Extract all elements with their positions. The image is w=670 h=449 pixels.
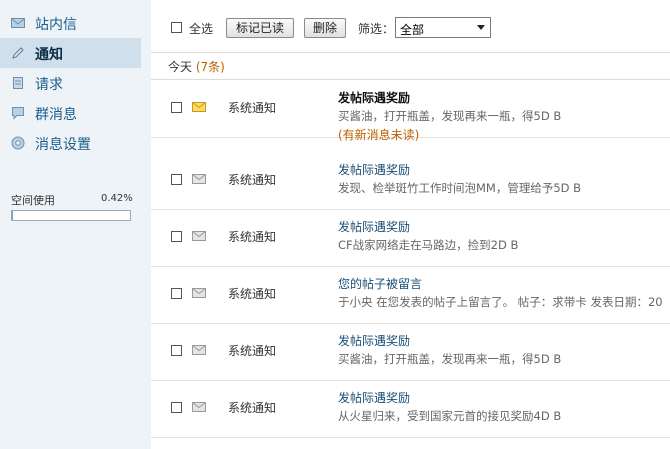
message-title[interactable]: 发帖际遇奖励 — [338, 161, 410, 178]
read-envelope-icon — [192, 402, 206, 412]
message-type: 系统通知 — [228, 401, 277, 415]
read-envelope-icon — [192, 231, 206, 241]
unread-flag: (有新消息未读) — [338, 128, 420, 142]
sidebar-item-message-settings[interactable]: 消息设置 — [0, 128, 141, 158]
select-all-checkbox[interactable] — [171, 22, 182, 33]
message-row[interactable]: 系统通知 发帖际遇奖励 买酱油，打开瓶盖，发现再来一瓶，得5D B — [151, 323, 670, 381]
message-row[interactable]: 系统通知 您的帖子被留言 于小央 在您发表的帖子上留言了。 帖子：求带卡 发表日… — [151, 266, 670, 324]
message-type: 系统通知 — [228, 101, 277, 115]
message-description: 从火星归来，受到国家元首的接见奖励4D B — [338, 409, 562, 423]
message-row[interactable]: 系统通知 发帖际遇奖励 CF战家网络走在马路边，捡到2D B — [151, 209, 670, 267]
envelope-icon — [11, 18, 25, 28]
space-usage-value: 0.42% — [101, 193, 133, 204]
mark-read-button[interactable]: 标记已读 — [226, 18, 294, 38]
unread-envelope-icon — [192, 102, 206, 112]
message-row[interactable]: 系统通知 发帖际遇奖励 买酱油，打开瓶盖，发现再来一瓶，得5D B (有新消息未… — [151, 80, 670, 142]
row-checkbox[interactable] — [171, 174, 182, 185]
message-row[interactable]: 系统通知 发帖际遇奖励 发现、检举斑竹工作时间泡MM，管理给予5D B — [151, 152, 670, 210]
delete-button[interactable]: 删除 — [304, 18, 346, 38]
message-row[interactable]: 系统通知 发帖际遇奖励 从火星归来，受到国家元首的接见奖励4D B — [151, 380, 670, 438]
message-title[interactable]: 发帖际遇奖励 — [338, 389, 410, 406]
sidebar-item-notifications[interactable]: 通知 — [0, 38, 141, 68]
message-description: 买酱油，打开瓶盖，发现再来一瓶，得5D B — [338, 352, 562, 366]
message-type: 系统通知 — [228, 287, 277, 301]
sidebar-item-label: 通知 — [35, 47, 63, 63]
row-checkbox[interactable] — [171, 345, 182, 356]
toolbar: 全选 标记已读 删除 筛选： 全部 — [151, 0, 670, 53]
read-envelope-icon — [192, 174, 206, 184]
read-envelope-icon — [192, 345, 206, 355]
sidebar-item-label: 站内信 — [35, 17, 77, 33]
document-icon — [13, 77, 23, 89]
message-description: CF战家网络走在马路边，捡到2D B — [338, 238, 519, 252]
message-title[interactable]: 发帖际遇奖励 — [338, 218, 410, 235]
filter-label: 筛选： — [358, 22, 395, 36]
chat-bubble-icon — [12, 107, 24, 120]
message-description: 发现、检举斑竹工作时间泡MM，管理给予5D B — [338, 181, 582, 195]
chevron-down-icon — [477, 25, 485, 30]
message-description: 买酱油，打开瓶盖，发现再来一瓶，得5D B — [338, 109, 562, 123]
settings-icon — [11, 136, 25, 150]
message-title[interactable]: 发帖际遇奖励 — [338, 89, 410, 106]
filter-selected-value: 全部 — [400, 23, 425, 37]
filter-dropdown[interactable]: 全部 — [395, 17, 491, 38]
date-group-header: 今天 (7条) — [168, 58, 225, 75]
read-envelope-icon — [192, 288, 206, 298]
row-checkbox[interactable] — [171, 231, 182, 242]
date-group-label: 今天 — [168, 60, 193, 74]
sidebar-item-label: 请求 — [35, 77, 63, 93]
sidebar: 站内信 通知 请求 群消息 消息设置 空间使用 0.42% — [0, 0, 151, 449]
message-type: 系统通知 — [228, 344, 277, 358]
space-usage-label: 空间使用 — [11, 194, 55, 207]
message-type: 系统通知 — [228, 230, 277, 244]
message-type: 系统通知 — [228, 173, 277, 187]
pencil-icon — [12, 47, 24, 59]
sidebar-item-label: 群消息 — [35, 107, 77, 123]
row-checkbox[interactable] — [171, 288, 182, 299]
space-usage-bar — [11, 210, 131, 221]
message-title[interactable]: 您的帖子被留言 — [338, 275, 422, 292]
row-checkbox[interactable] — [171, 102, 182, 113]
row-checkbox[interactable] — [171, 402, 182, 413]
message-description: 于小央 在您发表的帖子上留言了。 帖子：求带卡 发表日期：20 — [338, 295, 663, 309]
sidebar-item-requests[interactable]: 请求 — [0, 68, 141, 98]
sidebar-item-group-messages[interactable]: 群消息 — [0, 98, 141, 128]
select-all-label: 全选 — [189, 22, 214, 36]
message-title[interactable]: 发帖际遇奖励 — [338, 332, 410, 349]
sidebar-item-inbox[interactable]: 站内信 — [0, 8, 141, 38]
sidebar-item-label: 消息设置 — [35, 137, 91, 153]
message-count: (7条) — [195, 60, 225, 74]
